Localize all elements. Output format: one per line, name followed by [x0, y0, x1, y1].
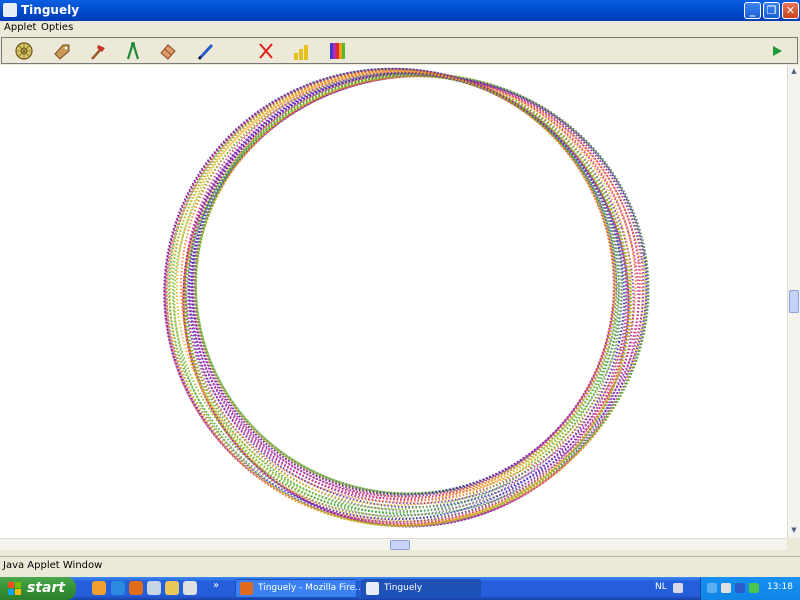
tray-network-icon[interactable]	[707, 583, 717, 593]
ring-stroke	[163, 68, 630, 526]
toolbar	[1, 37, 798, 64]
task-firefox-label: Tinguely - Mozilla Fire...	[258, 583, 364, 593]
task-firefox[interactable]: Tinguely - Mozilla Fire...	[235, 579, 364, 598]
ring-stroke	[182, 72, 635, 528]
minimize-button[interactable]: _	[744, 2, 761, 19]
ring-stroke	[183, 72, 647, 523]
quicklaunch-folder-icon[interactable]	[165, 581, 179, 595]
maximize-button[interactable]: ❐	[763, 2, 780, 19]
quicklaunch-media-icon[interactable]	[183, 581, 197, 595]
scroll-up-icon[interactable]: ▲	[789, 66, 799, 77]
menu-applet[interactable]: Applet	[4, 22, 36, 33]
java-icon	[366, 582, 379, 595]
compass-tool[interactable]	[122, 40, 144, 62]
clear-x-icon	[259, 43, 273, 59]
horizontal-scrollbar[interactable]	[0, 538, 787, 550]
ring-stroke	[182, 72, 644, 525]
color-palette-tool[interactable]	[327, 40, 349, 62]
pen-tool[interactable]	[195, 40, 217, 62]
ring-stroke	[163, 67, 626, 521]
scroll-corner	[787, 538, 800, 550]
task-tinguely[interactable]: Tinguely	[361, 579, 481, 598]
hammer-icon	[91, 45, 105, 60]
bar-chart-icon	[294, 45, 308, 60]
play-button[interactable]	[766, 40, 788, 62]
start-button[interactable]: start	[0, 577, 76, 600]
tray-security-icon[interactable]	[749, 583, 759, 593]
java-app-icon[interactable]	[3, 3, 17, 17]
title-bar[interactable]: Tinguely _ ❐ ✕	[0, 0, 800, 21]
status-text: Java Applet Window	[3, 560, 103, 571]
play-icon	[773, 46, 782, 56]
bar-chart-tool[interactable]	[290, 40, 312, 62]
keyboard-icon[interactable]	[673, 583, 683, 593]
ring-stroke	[165, 69, 631, 527]
color-palette-icon	[330, 43, 345, 59]
tray-info-icon[interactable]	[735, 583, 745, 593]
menu-opties[interactable]: Opties	[41, 22, 73, 33]
ring-stroke	[182, 72, 640, 527]
drawing-canvas[interactable]	[0, 65, 787, 538]
scroll-down-icon[interactable]: ▼	[789, 525, 799, 536]
close-icon: ✕	[785, 4, 796, 17]
ring-stroke	[169, 70, 632, 528]
clock: 13:18	[767, 582, 793, 592]
spirograph-drawing	[163, 67, 650, 528]
quicklaunch-document-icon[interactable]	[147, 581, 161, 595]
clear-tool[interactable]	[255, 40, 277, 62]
vertical-scroll-thumb[interactable]	[789, 290, 799, 313]
firefox-icon	[240, 582, 253, 595]
ring-stroke	[182, 72, 630, 528]
eraser-tool[interactable]	[157, 40, 179, 62]
ring-stroke	[185, 73, 650, 516]
menu-bar: Applet Opties	[0, 21, 800, 36]
compass-icon	[126, 42, 140, 60]
close-button[interactable]: ✕	[782, 2, 799, 19]
quicklaunch-overflow[interactable]: »	[213, 580, 219, 591]
restore-icon: ❐	[766, 4, 777, 17]
hammer-tool[interactable]	[87, 40, 109, 62]
tag-tool[interactable]	[51, 40, 73, 62]
task-tinguely-label: Tinguely	[384, 583, 423, 593]
pen-icon	[197, 43, 214, 61]
start-label: start	[27, 580, 66, 596]
gear-wheel-icon	[15, 42, 33, 60]
eraser-icon	[160, 44, 176, 60]
quicklaunch-firefox-icon[interactable]	[129, 581, 143, 595]
minimize-icon: _	[749, 4, 756, 17]
taskbar: start » Tinguely - Mozilla Fire... Tingu…	[0, 577, 800, 600]
system-tray: 13:18	[700, 577, 800, 600]
quicklaunch-browser-icon[interactable]	[92, 581, 106, 595]
ring-stroke	[183, 72, 649, 520]
vertical-scrollbar[interactable]: ▲ ▼	[787, 65, 800, 538]
ring-stroke	[173, 72, 632, 527]
ring-stroke	[163, 68, 628, 523]
tray-speaker-icon[interactable]	[721, 583, 731, 593]
status-bar: Java Applet Window	[0, 556, 800, 575]
tag-icon	[54, 44, 70, 60]
quicklaunch-ie-icon[interactable]	[111, 581, 125, 595]
gear-wheel-tool[interactable]	[13, 40, 35, 62]
horizontal-scroll-thumb[interactable]	[390, 540, 410, 550]
windows-flag-icon	[8, 582, 21, 595]
language-indicator[interactable]: NL	[655, 582, 667, 592]
window-title: Tinguely	[21, 3, 80, 17]
